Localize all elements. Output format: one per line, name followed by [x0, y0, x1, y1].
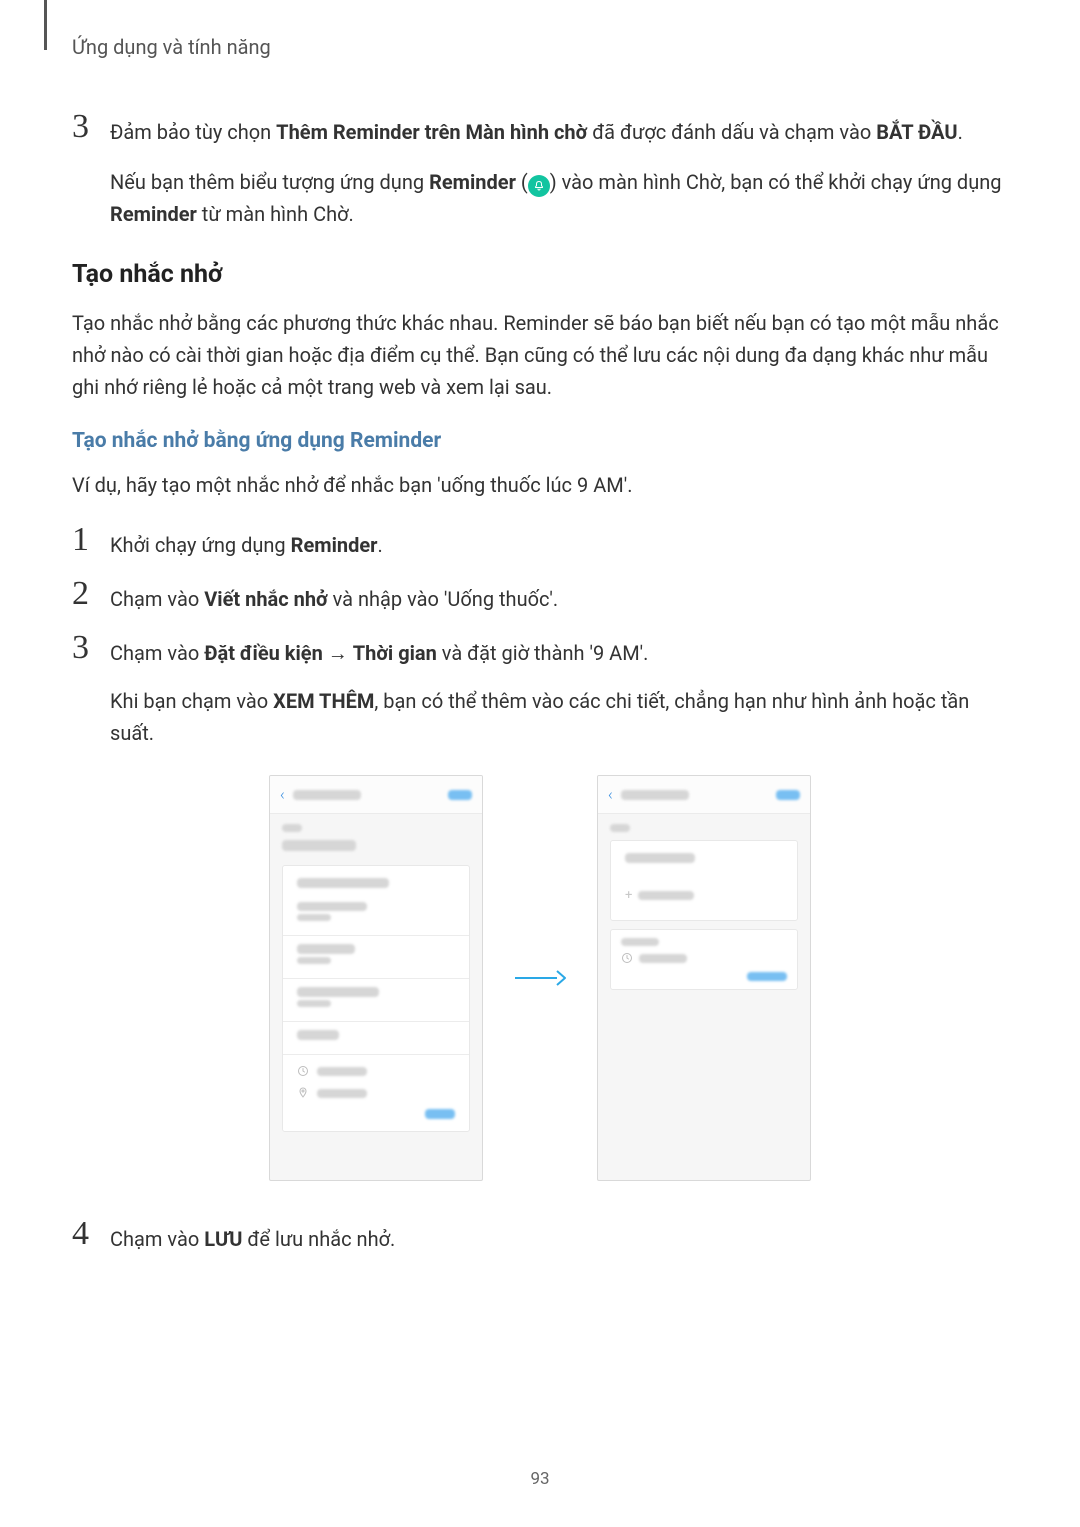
- step-body: Chạm vào LƯU để lưu nhắc nhở.: [110, 1221, 1008, 1255]
- section-margin-rule: [44, 0, 47, 50]
- text-bold: Reminder: [110, 202, 197, 226]
- heading-create-reminder: Tạo nhắc nhở: [72, 260, 1008, 289]
- text: Khi bạn chạm vào: [110, 689, 273, 713]
- phone-topbar: ‹: [270, 776, 482, 814]
- step-2: 2 Chạm vào Viết nhắc nhở và nhập vào 'Uố…: [72, 581, 1008, 615]
- step-3b: 3 Chạm vào Đặt điều kiện → Thời gian và …: [72, 635, 1008, 669]
- divider: [283, 978, 469, 979]
- placeholder-line: [297, 987, 379, 997]
- location-pin-icon: [297, 1087, 309, 1099]
- step-body: Chạm vào Đặt điều kiện → Thời gian và đặ…: [110, 635, 1008, 669]
- text: và nhập vào 'Uống thuốc'.: [328, 587, 559, 611]
- page-number: 93: [0, 1469, 1080, 1489]
- phone-body: [270, 814, 482, 1142]
- placeholder-line: [610, 824, 630, 832]
- text: Chạm vào: [110, 587, 204, 611]
- phone-body: +: [598, 814, 810, 1000]
- placeholder-line: [639, 954, 687, 963]
- placeholder-line: [317, 1067, 367, 1076]
- text-bold: Viết nhắc nhở: [204, 587, 327, 611]
- step-number: 3: [72, 631, 110, 665]
- phone-screenshot-right: ‹ +: [597, 775, 811, 1181]
- text-bold: XEM THÊM: [273, 689, 374, 713]
- add-row: +: [625, 889, 783, 902]
- placeholder-line: [621, 938, 659, 946]
- text: Khởi chạy ứng dụng: [110, 533, 291, 557]
- text: và đặt giờ thành '9 AM'.: [437, 641, 649, 665]
- step-3-note: Nếu bạn thêm biểu tượng ứng dụng Reminde…: [110, 166, 1008, 230]
- step-body: Chạm vào Viết nhắc nhở và nhập vào 'Uống…: [110, 581, 1008, 615]
- divider: [283, 1021, 469, 1022]
- placeholder-line: [297, 902, 367, 911]
- step-3: 3 Đảm bảo tùy chọn Thêm Reminder trên Mà…: [72, 114, 1008, 148]
- step-number: 1: [72, 523, 110, 557]
- save-placeholder: [425, 1109, 455, 1119]
- step-1: 1 Khởi chạy ứng dụng Reminder.: [72, 527, 1008, 561]
- figure-row: ‹: [72, 775, 1008, 1181]
- condition-strip: [610, 929, 798, 990]
- text: Chạm vào: [110, 641, 204, 665]
- text-bold: Đặt điều kiện: [204, 641, 323, 665]
- page-header: Ứng dụng và tính năng: [72, 35, 1008, 59]
- placeholder-line: [317, 1089, 367, 1098]
- text: Đảm bảo tùy chọn: [110, 120, 276, 144]
- step-4: 4 Chạm vào LƯU để lưu nhắc nhở.: [72, 1221, 1008, 1255]
- text-bold: Thêm Reminder trên Màn hình chờ: [276, 120, 587, 144]
- placeholder-line: [297, 914, 331, 921]
- text: Chạm vào: [110, 1227, 204, 1251]
- step-body: Khởi chạy ứng dụng Reminder.: [110, 527, 1008, 561]
- text: .: [958, 120, 963, 144]
- reminder-card: +: [610, 840, 798, 921]
- step-number: 2: [72, 577, 110, 611]
- placeholder-line: [297, 957, 331, 964]
- divider: [283, 935, 469, 936]
- text-bold: Reminder: [429, 170, 516, 194]
- phone-topbar-action-placeholder: [776, 790, 800, 800]
- divider: [283, 1054, 469, 1055]
- text-bold: Thời gian: [353, 641, 437, 665]
- step-body: Đảm bảo tùy chọn Thêm Reminder trên Màn …: [110, 114, 1008, 148]
- step-number: 4: [72, 1217, 110, 1251]
- text: đã được đánh dấu và chạm vào: [587, 120, 876, 144]
- reminder-bell-icon: [528, 175, 550, 197]
- back-chevron-icon: ‹: [280, 785, 285, 804]
- text-bold: BẮT ĐẦU: [876, 120, 957, 144]
- text: Nếu bạn thêm biểu tượng ứng dụng: [110, 170, 429, 194]
- placeholder-line: [297, 1030, 339, 1040]
- condition-row: [297, 1065, 455, 1077]
- clock-icon: [297, 1065, 309, 1077]
- placeholder-line: [297, 944, 355, 954]
- placeholder-line: [625, 853, 695, 863]
- text: .: [377, 533, 382, 557]
- phone-topbar: ‹: [598, 776, 810, 814]
- text-bold: Reminder: [291, 533, 378, 557]
- text: để lưu nhắc nhở.: [242, 1227, 395, 1251]
- text: →: [323, 641, 353, 665]
- paragraph: Ví dụ, hãy tạo một nhắc nhở để nhắc bạn …: [72, 469, 1008, 501]
- placeholder-line: [297, 878, 389, 888]
- text: (: [516, 170, 528, 194]
- step-number: 3: [72, 110, 110, 144]
- subheading-via-app: Tạo nhắc nhở bằng ứng dụng Reminder: [72, 429, 1008, 453]
- paragraph: Tạo nhắc nhở bằng các phương thức khác n…: [72, 307, 1008, 403]
- placeholder-line: [282, 824, 302, 832]
- phone-topbar-action-placeholder: [448, 790, 472, 800]
- placeholder-line: [638, 891, 694, 900]
- action-placeholder: [747, 972, 787, 981]
- plus-icon: +: [625, 889, 632, 902]
- phone-topbar-title-placeholder: [621, 790, 689, 800]
- reminder-card: [282, 865, 470, 1132]
- text: từ màn hình Chờ.: [197, 202, 354, 226]
- condition-row: [297, 1087, 455, 1099]
- step-3b-note: Khi bạn chạm vào XEM THÊM, bạn có thể th…: [110, 685, 1008, 749]
- phone-topbar-title-placeholder: [293, 790, 361, 800]
- placeholder-line: [282, 840, 356, 851]
- clock-icon: [621, 952, 633, 964]
- placeholder-line: [297, 1000, 331, 1007]
- text: ) vào màn hình Chờ, bạn có thể khởi chạy…: [550, 170, 1002, 194]
- flow-arrow-icon: [513, 966, 567, 990]
- text-bold: LƯU: [204, 1227, 242, 1251]
- back-chevron-icon: ‹: [608, 785, 613, 804]
- phone-screenshot-left: ‹: [269, 775, 483, 1181]
